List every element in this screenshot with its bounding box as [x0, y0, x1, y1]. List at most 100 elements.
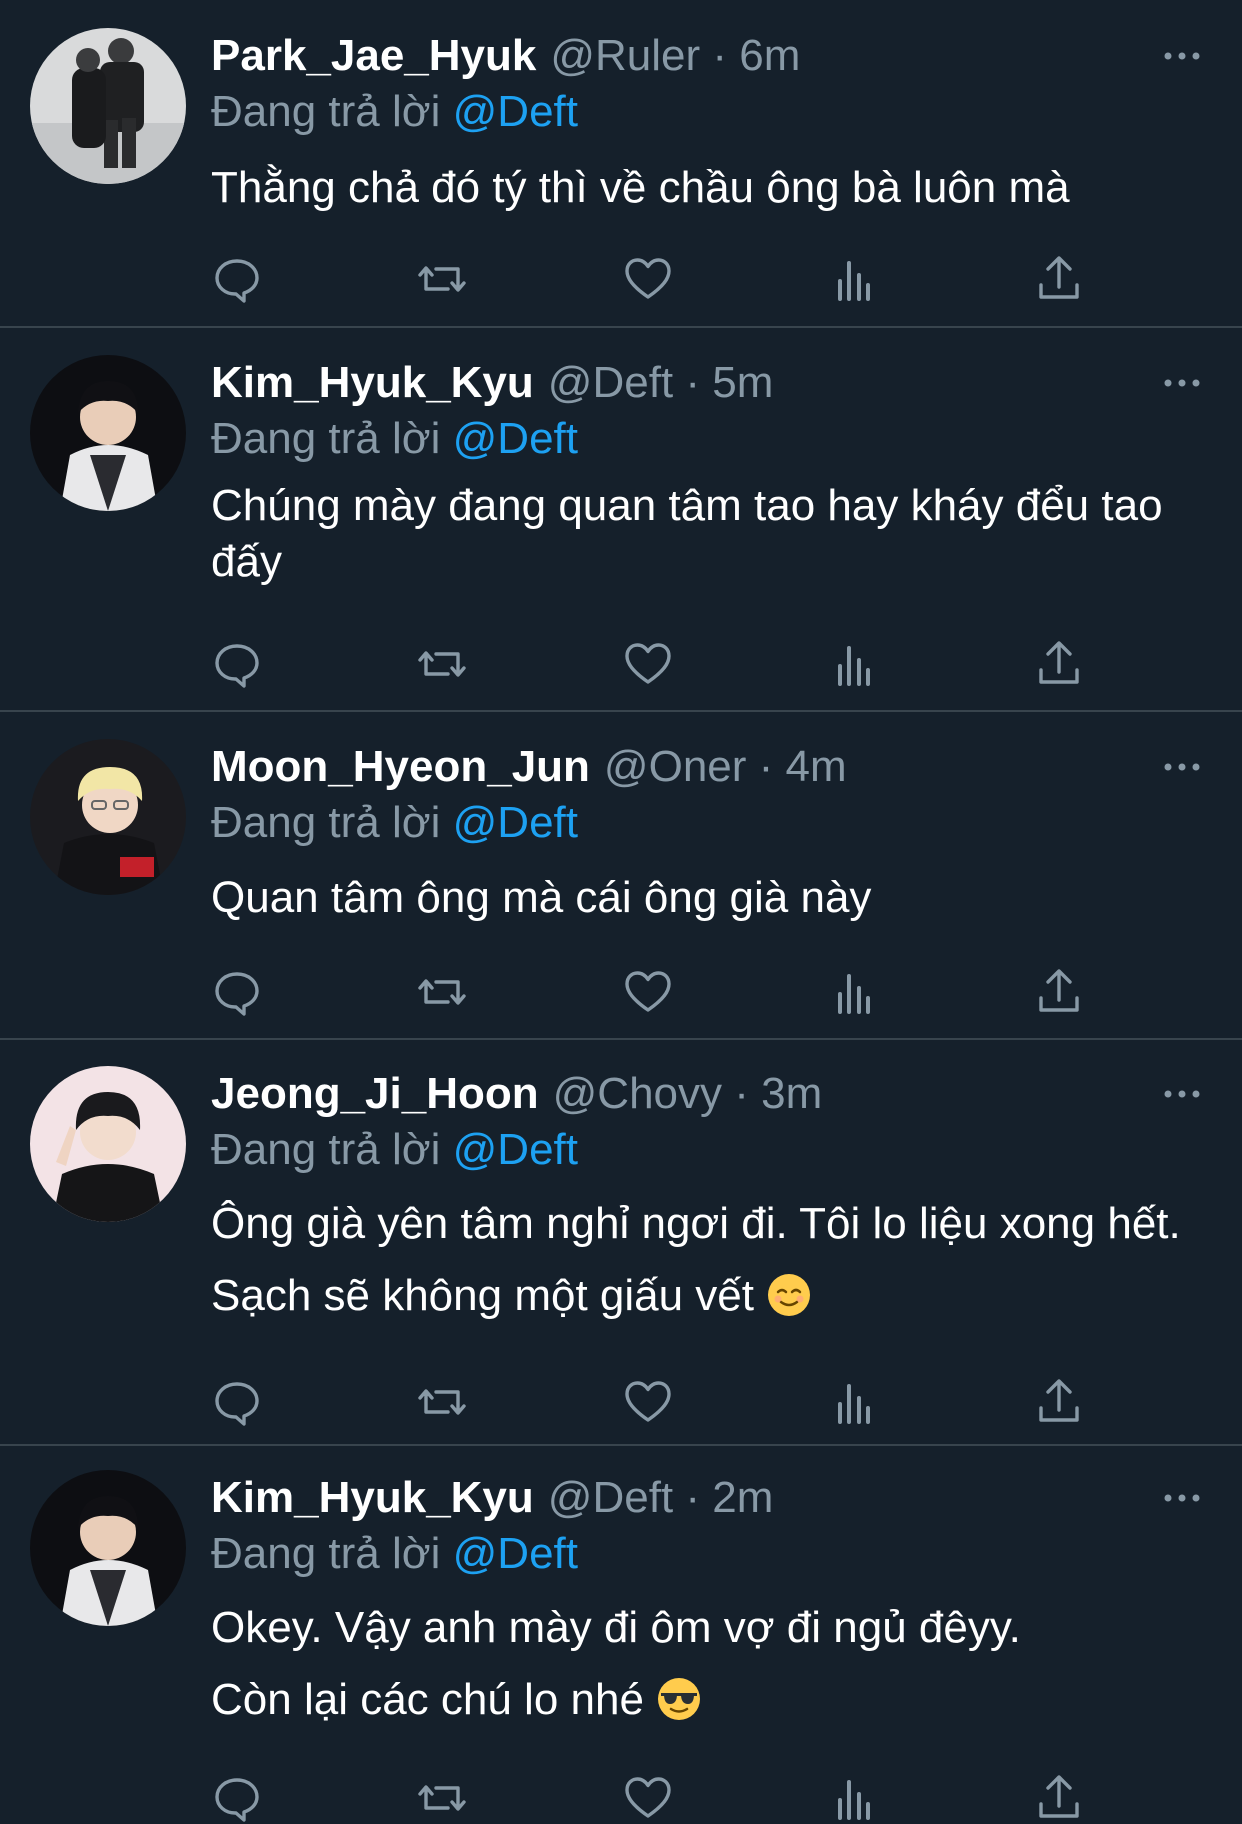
tweet-text-content: Ông già yên tâm nghỉ ngơi đi. Tôi lo liệ…	[211, 1199, 1181, 1320]
tweet-text-line: Okey. Vậy anh mày đi ôm vợ đi ngủ đêyy.	[211, 1603, 1021, 1652]
replying-to: Đang trả lời @Deft	[211, 1122, 578, 1178]
dot-separator: ·	[758, 742, 774, 791]
tweet-text: Chúng mày đang quan tâm tao hay kháy đểu…	[211, 478, 1221, 590]
share-icon[interactable]	[1033, 1772, 1085, 1824]
more-icon[interactable]	[1162, 46, 1202, 66]
tweet-header: Park_Jae_Hyuk @Ruler · 6m	[211, 26, 800, 86]
reply-timeline: Park_Jae_Hyuk @Ruler · 6m Đang trả lời @D…	[0, 0, 1242, 1822]
mention-link[interactable]: @Deft	[453, 1125, 578, 1174]
retweet-icon[interactable]	[416, 1376, 468, 1428]
like-icon[interactable]	[622, 1772, 674, 1824]
retweet-icon[interactable]	[416, 1772, 468, 1824]
action-bar	[211, 253, 1091, 305]
display-name[interactable]: Park_Jae_Hyuk	[211, 31, 536, 80]
sunglasses-face-emoji	[658, 1678, 701, 1720]
reply-icon[interactable]	[211, 638, 263, 690]
share-icon[interactable]	[1033, 966, 1085, 1018]
replying-to-label: Đang trả lời	[211, 414, 441, 463]
replying-to-label: Đang trả lời	[211, 1529, 441, 1578]
replying-to: Đang trả lời @Deft	[211, 1526, 578, 1582]
timestamp[interactable]: 2m	[712, 1473, 773, 1522]
like-icon[interactable]	[622, 253, 674, 305]
dot-separator: ·	[712, 31, 728, 80]
tweet-card[interactable]: Park_Jae_Hyuk @Ruler · 6m Đang trả lời @D…	[0, 0, 1242, 328]
replying-to: Đang trả lời @Deft	[211, 795, 578, 851]
reply-icon[interactable]	[211, 1772, 263, 1824]
analytics-icon[interactable]	[828, 966, 880, 1018]
replying-to-label: Đang trả lời	[211, 1125, 441, 1174]
reply-icon[interactable]	[211, 253, 263, 305]
tweet-header: Kim_Hyuk_Kyu @Deft · 5m	[211, 353, 773, 413]
action-bar	[211, 1772, 1091, 1824]
tweet-card[interactable]: Jeong_Ji_Hoon @Chovy · 3m Đang trả lời @D…	[0, 1040, 1242, 1446]
replying-to: Đang trả lời @Deft	[211, 84, 578, 140]
relieved-face-emoji	[768, 1274, 811, 1316]
analytics-icon[interactable]	[828, 253, 880, 305]
mention-link[interactable]: @Deft	[453, 1529, 578, 1578]
more-icon[interactable]	[1162, 1084, 1202, 1104]
mention-link[interactable]: @Deft	[453, 414, 578, 463]
handle[interactable]: @Deft	[548, 358, 673, 407]
display-name[interactable]: Kim_Hyuk_Kyu	[211, 358, 534, 407]
tweet-card[interactable]: Moon_Hyeon_Jun @Oner · 4m Đang trả lời @D…	[0, 712, 1242, 1040]
action-bar	[211, 638, 1091, 690]
timestamp[interactable]: 4m	[786, 742, 847, 791]
display-name[interactable]: Jeong_Ji_Hoon	[211, 1069, 539, 1118]
timestamp[interactable]: 6m	[739, 31, 800, 80]
handle-and-time: @Deft · 5m	[548, 358, 774, 407]
analytics-icon[interactable]	[828, 1376, 880, 1428]
more-icon[interactable]	[1162, 757, 1202, 777]
tweet-text-content: Quan tâm ông mà cái ông già này	[211, 873, 872, 922]
like-icon[interactable]	[622, 638, 674, 690]
share-icon[interactable]	[1033, 1376, 1085, 1428]
retweet-icon[interactable]	[416, 966, 468, 1018]
timestamp[interactable]: 3m	[761, 1069, 822, 1118]
handle[interactable]: @Deft	[548, 1473, 673, 1522]
handle-and-time: @Ruler · 6m	[550, 31, 800, 80]
handle-and-time: @Deft · 2m	[548, 1473, 774, 1522]
more-icon[interactable]	[1162, 373, 1202, 393]
reply-icon[interactable]	[211, 1376, 263, 1428]
tweet-text: Thằng chả đó tý thì về chầu ông bà luôn …	[211, 152, 1211, 224]
tweet-text: Ông già yên tâm nghỉ ngơi đi. Tôi lo liệ…	[211, 1188, 1231, 1332]
mention-link[interactable]: @Deft	[453, 87, 578, 136]
handle[interactable]: @Ruler	[550, 31, 700, 80]
reply-icon[interactable]	[211, 966, 263, 1018]
avatar[interactable]	[30, 1470, 186, 1626]
analytics-icon[interactable]	[828, 638, 880, 690]
like-icon[interactable]	[622, 966, 674, 1018]
handle[interactable]: @Oner	[604, 742, 746, 791]
timestamp[interactable]: 5m	[712, 358, 773, 407]
handle[interactable]: @Chovy	[553, 1069, 722, 1118]
dot-separator: ·	[685, 1473, 701, 1522]
handle-and-time: @Oner · 4m	[604, 742, 847, 791]
action-bar	[211, 966, 1091, 1018]
tweet-text: Quan tâm ông mà cái ông già này	[211, 862, 1211, 934]
analytics-icon[interactable]	[828, 1772, 880, 1824]
avatar[interactable]	[30, 739, 186, 895]
tweet-text: Okey. Vậy anh mày đi ôm vợ đi ngủ đêyy. …	[211, 1592, 1211, 1736]
action-bar	[211, 1376, 1091, 1428]
tweet-card[interactable]: Kim_Hyuk_Kyu @Deft · 5m Đang trả lời @Def…	[0, 328, 1242, 712]
tweet-text-content: Thằng chả đó tý thì về chầu ông bà luôn …	[211, 163, 1070, 212]
avatar[interactable]	[30, 355, 186, 511]
dot-separator: ·	[734, 1069, 749, 1118]
tweet-header: Jeong_Ji_Hoon @Chovy · 3m	[211, 1064, 822, 1124]
more-icon[interactable]	[1162, 1488, 1202, 1508]
tweet-header: Moon_Hyeon_Jun @Oner · 4m	[211, 737, 847, 797]
mention-link[interactable]: @Deft	[453, 798, 578, 847]
retweet-icon[interactable]	[416, 638, 468, 690]
tweet-card[interactable]: Kim_Hyuk_Kyu @Deft · 2m Đang trả lời @Def…	[0, 1446, 1242, 1822]
replying-to-label: Đang trả lời	[211, 798, 441, 847]
tweet-text-content: Chúng mày đang quan tâm tao hay kháy đểu…	[211, 481, 1163, 586]
avatar[interactable]	[30, 28, 186, 184]
retweet-icon[interactable]	[416, 253, 468, 305]
tweet-text-content: Còn lại các chú lo nhé	[211, 1675, 644, 1724]
share-icon[interactable]	[1033, 638, 1085, 690]
share-icon[interactable]	[1033, 253, 1085, 305]
avatar[interactable]	[30, 1066, 186, 1222]
display-name[interactable]: Moon_Hyeon_Jun	[211, 742, 590, 791]
display-name[interactable]: Kim_Hyuk_Kyu	[211, 1473, 534, 1522]
handle-and-time: @Chovy · 3m	[553, 1069, 823, 1118]
like-icon[interactable]	[622, 1376, 674, 1428]
